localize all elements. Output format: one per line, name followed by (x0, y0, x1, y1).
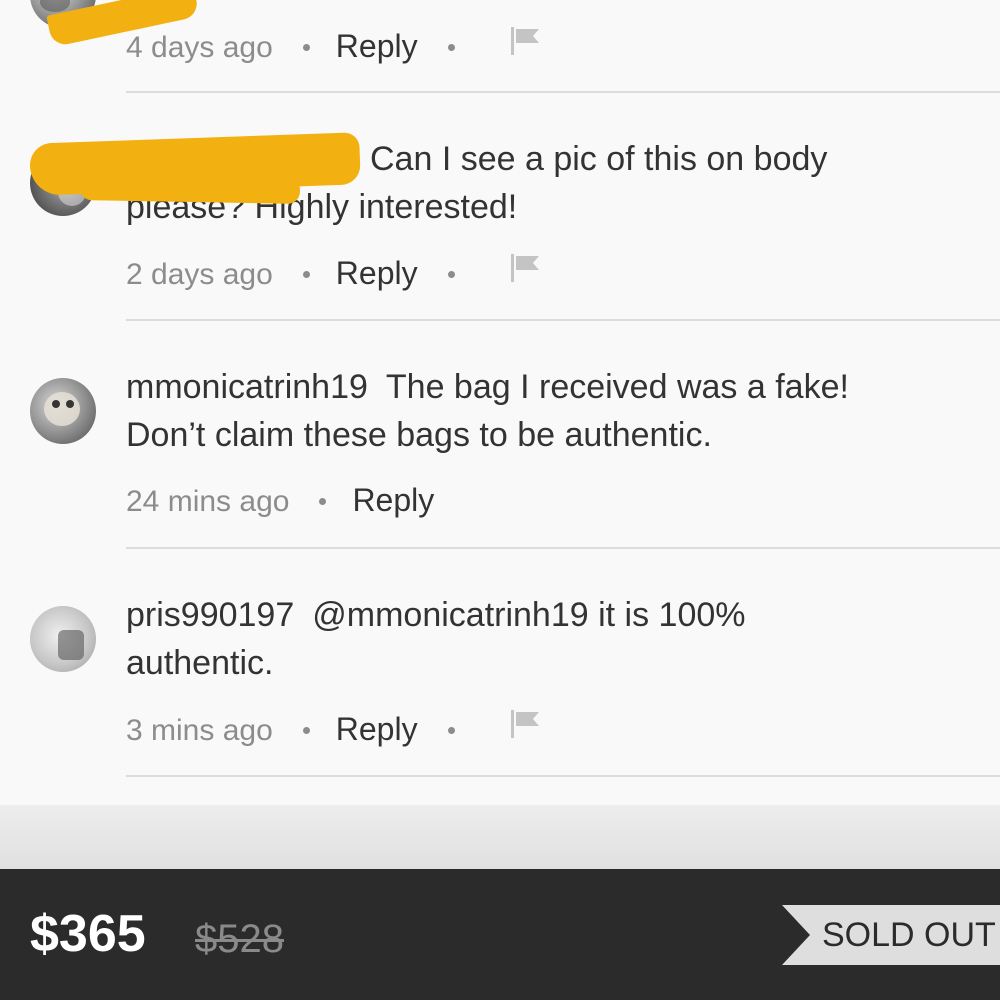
comment-meta: 24 mins ago Reply (126, 480, 434, 520)
comment-timestamp: 24 mins ago (126, 485, 290, 518)
comment-username[interactable]: mmonicatrinh19 (126, 368, 368, 406)
comment-text-line: Don’t claim these bags to be authentic. (126, 416, 712, 454)
comment-text: pris990197 @mmonicatrinh19 it is 100% aut… (126, 591, 1000, 687)
reply-button[interactable]: Reply (336, 709, 418, 749)
flag-icon[interactable] (509, 708, 543, 751)
comment-username[interactable]: pris990197 (126, 596, 294, 634)
comment-divider (126, 91, 1000, 93)
redaction-mark (79, 174, 301, 204)
original-price: $528 (195, 917, 284, 961)
reply-button[interactable]: Reply (336, 253, 418, 293)
separator-dot (302, 727, 310, 734)
comment-timestamp: 3 mins ago (126, 714, 273, 748)
comment-divider (126, 319, 1000, 321)
comment-timestamp: 4 days ago (126, 31, 273, 65)
avatar[interactable] (30, 378, 96, 444)
separator-dot (447, 271, 455, 278)
comment-list: 4 days ago Reply Can I see a pic of this … (0, 0, 1000, 805)
flag-icon[interactable] (509, 252, 543, 295)
section-gap (0, 805, 1000, 869)
separator-dot (447, 727, 455, 734)
comment-timestamp: 2 days ago (126, 258, 273, 292)
current-price: $365 (30, 905, 146, 963)
avatar[interactable] (30, 606, 96, 672)
comment-text-line: @mmonicatrinh19 it is 100% (312, 596, 746, 634)
comment-text: mmonicatrinh19 The bag I received was a f… (126, 363, 1000, 459)
separator-dot (302, 44, 310, 51)
separator-dot (319, 497, 327, 505)
comment-divider (126, 547, 1000, 549)
comment-meta: 4 days ago Reply (126, 25, 543, 65)
separator-dot (302, 271, 310, 278)
reply-button[interactable]: Reply (352, 480, 434, 520)
comment-text-line: The bag I received was a fake! (385, 368, 849, 406)
sold-out-badge: SOLD OUT (782, 905, 1000, 965)
separator-dot (447, 44, 455, 51)
comment-meta: 2 days ago Reply (126, 252, 543, 292)
purchase-bar: $365 $528 SOLD OUT (0, 869, 1000, 1000)
reply-button[interactable]: Reply (336, 26, 418, 66)
comment-divider (126, 775, 1000, 777)
comment-text-line: authentic. (126, 644, 274, 682)
comment-meta: 3 mins ago Reply (126, 708, 543, 748)
flag-icon[interactable] (509, 25, 543, 68)
